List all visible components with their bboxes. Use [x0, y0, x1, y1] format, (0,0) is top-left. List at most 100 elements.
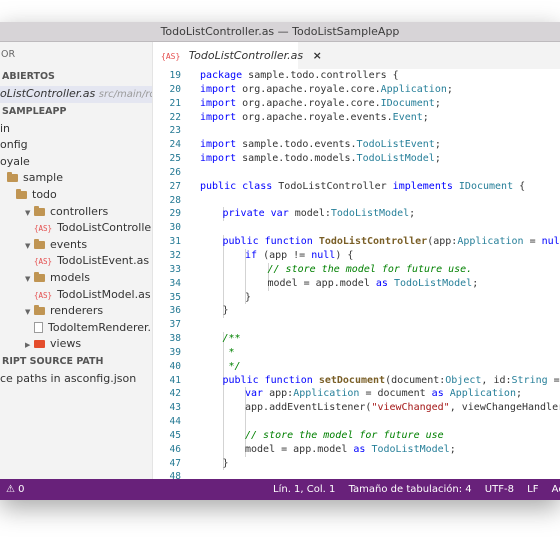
code-token: ; [434, 153, 441, 165]
chevron-down-icon[interactable]: ▼ [25, 271, 34, 287]
code-line[interactable]: 27 public class TodoListController implem… [153, 180, 560, 194]
tree-item-label: todo [32, 187, 57, 201]
code-token: org.apache.royale.events. [242, 111, 393, 123]
close-icon[interactable]: × [313, 49, 322, 62]
folder-icon [7, 172, 18, 183]
code-line[interactable]: 39 * [153, 345, 560, 360]
tree-item[interactable]: TodoItemRenderer.mxml [0, 320, 152, 337]
tree-item[interactable]: in [0, 121, 152, 138]
line-ending-indicator[interactable]: LF [527, 484, 538, 495]
tree-item[interactable]: onfig [0, 137, 152, 154]
line-number: 33 [169, 263, 181, 275]
tree-item[interactable]: {AS} TodoListEvent.as [0, 253, 152, 270]
code-line[interactable]: 35} [153, 290, 560, 305]
open-editor-item[interactable]: oListController.as src/main/royal... [0, 86, 152, 103]
tree-item[interactable]: ▶ views [0, 336, 152, 353]
code-token: (app: [427, 236, 458, 248]
code-line[interactable]: 41 public function setDocument(document:O… [153, 373, 560, 388]
code-line[interactable]: 26 [153, 166, 560, 180]
code-line[interactable]: 30 [153, 221, 560, 235]
code-token: as [375, 277, 394, 289]
tree-item[interactable]: sample [0, 170, 152, 187]
indent-guide [222, 248, 224, 263]
code-line[interactable]: 45 // store the model for future use [153, 428, 560, 443]
code-token: Event [392, 111, 423, 123]
chevron-down-icon[interactable]: ▼ [25, 205, 34, 221]
code-line[interactable]: 38 /** [153, 332, 560, 346]
code-line[interactable]: 33 // store the model for future use. [153, 262, 560, 277]
code-line[interactable]: 28 [153, 194, 560, 208]
line-number: 27 [169, 180, 181, 192]
line-number: 38 [169, 333, 181, 345]
line-number: 48 [169, 471, 181, 479]
code-token: ; [409, 208, 416, 220]
chevron-right-icon[interactable]: ▶ [25, 337, 34, 353]
tree-item-label: renderers [50, 304, 104, 318]
code-line[interactable]: 21 import org.apache.royale.core.IDocumen… [153, 97, 560, 111]
open-editors-section-header[interactable]: ABIERTOS [0, 68, 152, 86]
code-line[interactable]: 37 [153, 318, 560, 332]
tree-item[interactable]: {AS} TodoListModel.as [0, 287, 152, 304]
line-number: 36 [169, 305, 181, 317]
code-token: null [311, 249, 336, 261]
line-number: 42 [169, 388, 181, 400]
script-source-path-header[interactable]: RIPT SOURCE PATH [0, 353, 152, 371]
line-number: 40 [169, 360, 181, 372]
folder-icon [34, 340, 45, 349]
tree-item[interactable]: {AS} TodoListController.as [0, 220, 152, 237]
tree-item[interactable]: ▼ renderers [0, 303, 152, 320]
language-mode-indicator[interactable]: ActionScript [552, 484, 560, 495]
line-number: 30 [169, 222, 181, 234]
code-line[interactable]: 42 var app:Application = document as Appl… [153, 387, 560, 402]
code-text: model = app.model as TodoListModel; [245, 443, 456, 457]
code-text: private var model:TodoListModel; [223, 207, 416, 221]
code-token: } [245, 291, 252, 303]
actionscript-file-icon: {AS} [34, 224, 53, 234]
indent-guide [222, 290, 224, 305]
chevron-down-icon[interactable]: ▼ [25, 304, 34, 320]
code-token: "viewChanged" [371, 402, 450, 414]
tree-item[interactable]: todo [0, 187, 152, 204]
tab-size-indicator[interactable]: Tamaño de tabulación: 4 [349, 484, 472, 495]
code-line[interactable]: 36} [153, 304, 560, 319]
code-line[interactable]: 24 import sample.todo.events.TodoListEven… [153, 138, 560, 152]
code-editor[interactable]: 19 package sample.todo.controllers {20 imp… [153, 69, 560, 479]
explorer-sidebar: OR ABIERTOS oListController.as src/main/… [0, 42, 153, 479]
chevron-down-icon[interactable]: ▼ [25, 238, 34, 254]
tree-item[interactable]: ▼ models [0, 270, 152, 287]
tab-todolistcontroller[interactable]: {AS} TodoListController.as × [153, 42, 322, 69]
line-number: 47 [169, 457, 181, 469]
code-line[interactable]: 48 [153, 470, 560, 479]
code-line[interactable]: 46 model = app.model as TodoListModel; [153, 442, 560, 457]
code-line[interactable]: 32 if (app != null) { [153, 248, 560, 263]
code-line[interactable]: 20 import org.apache.royale.core.Applicat… [153, 83, 560, 97]
code-line[interactable]: 34 model = app.model as TodoListModel; [153, 276, 560, 291]
code-line[interactable]: 25 import sample.todo.models.TodoListMode… [153, 152, 560, 166]
code-token: */ [222, 360, 241, 372]
code-line[interactable]: 23 [153, 124, 560, 138]
code-token: , viewChangeHandler); [449, 402, 560, 414]
tree-item[interactable]: oyale [0, 154, 152, 171]
code-line[interactable]: 40 */ [153, 359, 560, 374]
encoding-indicator[interactable]: UTF-8 [485, 484, 514, 495]
problems-indicator[interactable]: ⚠ 0 [6, 479, 25, 500]
line-number: 23 [169, 125, 181, 137]
code-line[interactable]: 44 [153, 415, 560, 429]
code-line[interactable]: 43 app.addEventListener("viewChanged", vi… [153, 401, 560, 416]
cursor-position[interactable]: Lín. 1, Col. 1 [273, 484, 335, 495]
code-token: Application [380, 83, 447, 95]
code-token: ; [515, 388, 522, 400]
code-token: /** [222, 333, 241, 345]
tree-item[interactable]: ▼ events [0, 237, 152, 254]
code-line[interactable]: 47} [153, 456, 560, 471]
code-line[interactable]: 22 import org.apache.royale.events.Event; [153, 111, 560, 125]
code-token: import [200, 97, 243, 109]
tree-item[interactable]: ▼ controllers [0, 204, 152, 221]
code-line[interactable]: 31 public function TodoListController(app… [153, 235, 560, 249]
indent-guide [245, 415, 246, 429]
code-text: public function setDocument(document:Obj… [223, 374, 560, 388]
code-line[interactable]: 29 private var model:TodoListModel; [153, 207, 560, 222]
code-line[interactable]: 19 package sample.todo.controllers { [153, 69, 560, 83]
project-section-header[interactable]: SAMPLEAPP [0, 103, 152, 121]
code-token: Application [449, 388, 516, 400]
